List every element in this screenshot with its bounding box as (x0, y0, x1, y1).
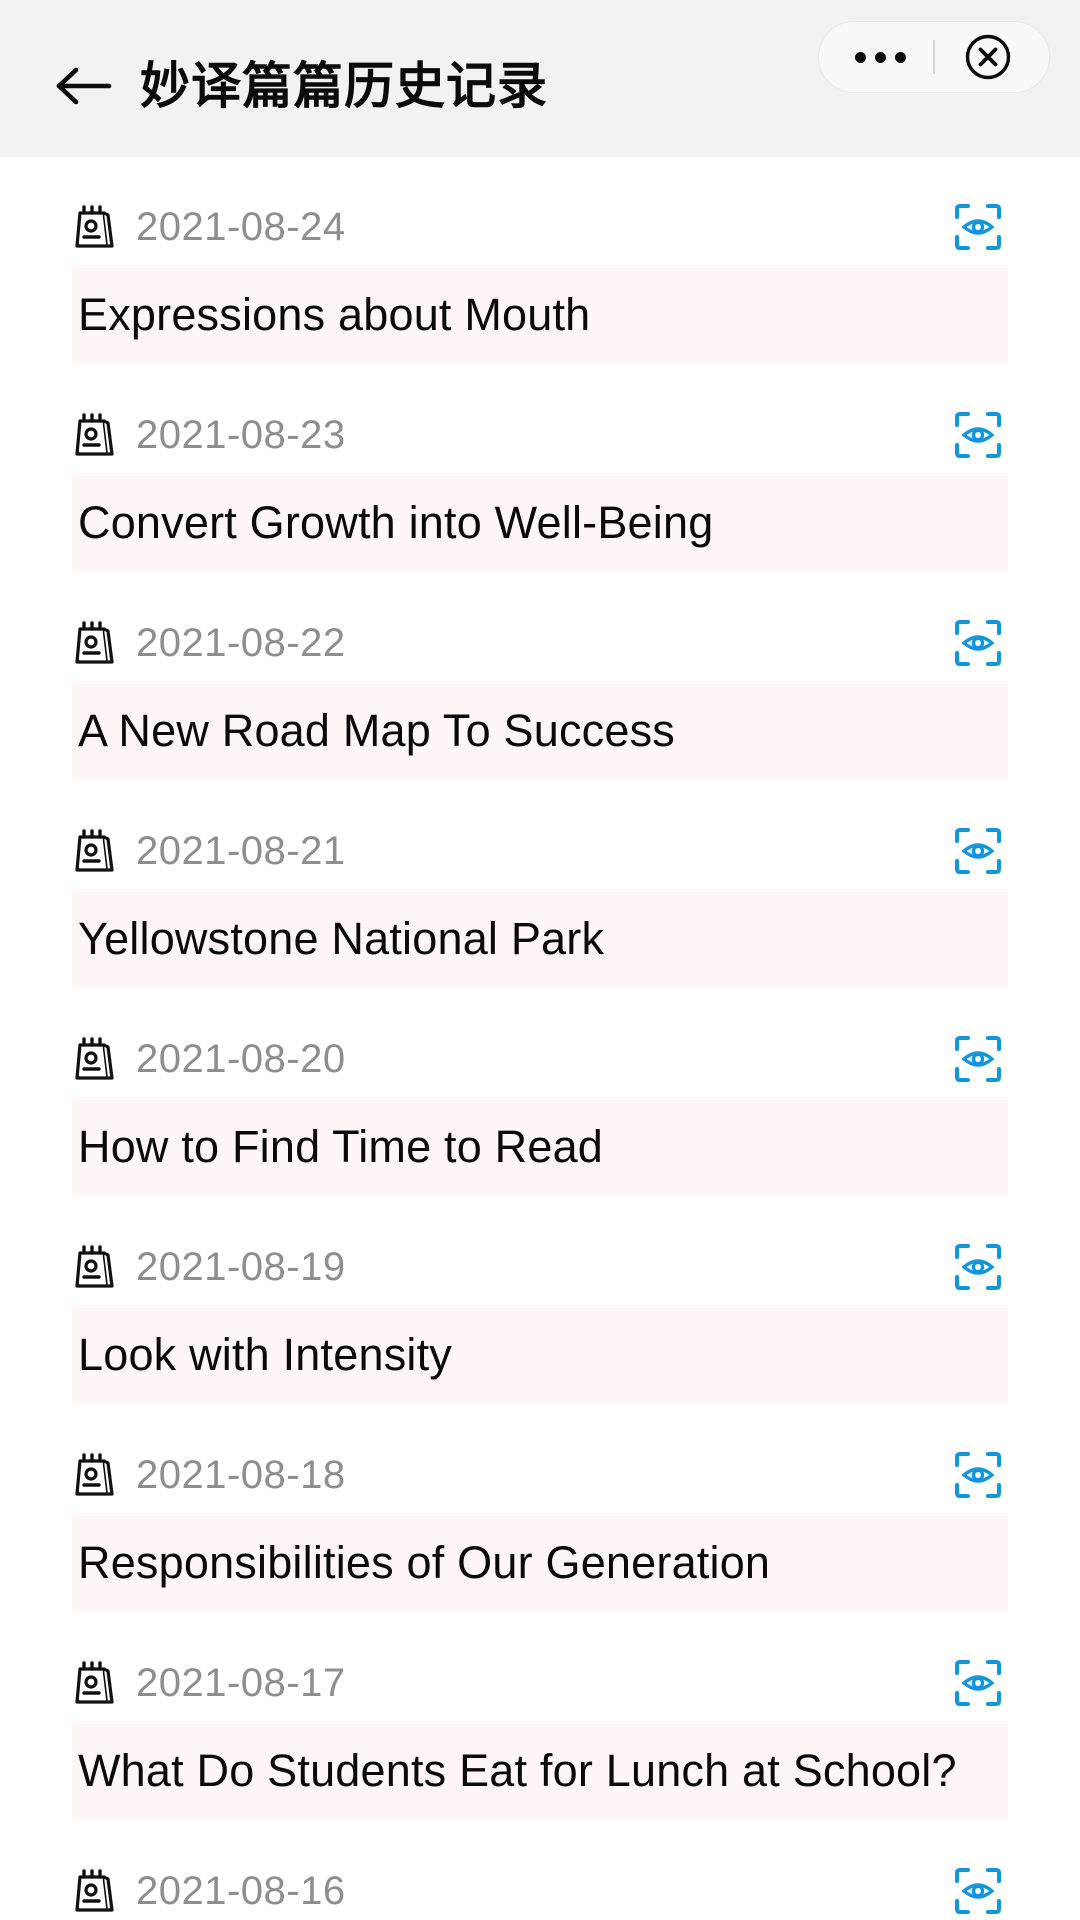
item-title[interactable]: How to Find Time to Read (72, 1097, 1008, 1197)
calendar-note-icon (72, 619, 116, 667)
item-date: 2021-08-20 (136, 1037, 346, 1081)
item-date: 2021-08-21 (136, 829, 346, 873)
page-title: 妙译篇篇历史记录 (140, 57, 548, 114)
item-date: 2021-08-18 (136, 1453, 346, 1497)
back-button[interactable] (52, 55, 114, 117)
item-date: 2021-08-16 (136, 1869, 346, 1913)
eye-scan-icon[interactable] (952, 825, 1004, 877)
dot (854, 51, 866, 63)
app-screen: 妙译篇篇历史记录 2021-08-24 Expressions about Mo… (0, 0, 1080, 1920)
navigation-bar: 妙译篇篇历史记录 (0, 0, 1080, 157)
list-item[interactable]: 2021-08-22 A New Road Map To Success (72, 605, 1008, 781)
item-date-row: 2021-08-18 (72, 1437, 1008, 1513)
item-title[interactable]: Responsibilities of Our Generation (72, 1513, 1008, 1613)
eye-scan-icon[interactable] (952, 201, 1004, 253)
calendar-note-icon (72, 1451, 116, 1499)
item-date-row: 2021-08-23 (72, 397, 1008, 473)
wechat-capsule-bar (818, 21, 1050, 93)
more-dots-icon[interactable] (845, 51, 915, 63)
eye-scan-icon[interactable] (952, 409, 1004, 461)
dot (894, 51, 906, 63)
item-title[interactable]: Convert Growth into Well-Being (72, 473, 1008, 573)
item-title[interactable]: A New Road Map To Success (72, 681, 1008, 781)
item-date-row: 2021-08-22 (72, 605, 1008, 681)
calendar-note-icon (72, 1867, 116, 1915)
item-date: 2021-08-23 (136, 413, 346, 457)
arrow-left-icon (54, 64, 112, 108)
eye-scan-icon[interactable] (952, 1033, 1004, 1085)
close-circle-icon (964, 33, 1012, 81)
calendar-note-icon (72, 1243, 116, 1291)
history-list[interactable]: 2021-08-24 Expressions about Mouth 2021-… (0, 157, 1080, 1920)
item-title[interactable]: Yellowstone National Park (72, 889, 1008, 989)
eye-scan-icon[interactable] (952, 1657, 1004, 1709)
calendar-note-icon (72, 1035, 116, 1083)
item-date-row: 2021-08-19 (72, 1229, 1008, 1305)
item-title[interactable]: Expressions about Mouth (72, 265, 1008, 365)
calendar-note-icon (72, 827, 116, 875)
calendar-note-icon (72, 203, 116, 251)
list-item[interactable]: 2021-08-16 Tiny Countries You Never Knew… (72, 1853, 1008, 1920)
item-date: 2021-08-24 (136, 205, 346, 249)
item-date: 2021-08-22 (136, 621, 346, 665)
dot (874, 51, 886, 63)
list-item[interactable]: 2021-08-18 Responsibilities of Our Gener… (72, 1437, 1008, 1613)
item-title[interactable]: What Do Students Eat for Lunch at School… (72, 1721, 1008, 1821)
list-item[interactable]: 2021-08-17 What Do Students Eat for Lunc… (72, 1645, 1008, 1821)
list-item[interactable]: 2021-08-21 Yellowstone National Park (72, 813, 1008, 989)
item-date: 2021-08-19 (136, 1245, 346, 1289)
list-item[interactable]: 2021-08-19 Look with Intensity (72, 1229, 1008, 1405)
list-item[interactable]: 2021-08-23 Convert Growth into Well-Bein… (72, 397, 1008, 573)
capsule-divider (933, 40, 935, 74)
item-date-row: 2021-08-21 (72, 813, 1008, 889)
item-date: 2021-08-17 (136, 1661, 346, 1705)
item-title[interactable]: Look with Intensity (72, 1305, 1008, 1405)
list-item[interactable]: 2021-08-24 Expressions about Mouth (72, 189, 1008, 365)
item-date-row: 2021-08-17 (72, 1645, 1008, 1721)
close-button[interactable] (953, 33, 1023, 81)
item-date-row: 2021-08-16 (72, 1853, 1008, 1920)
eye-scan-icon[interactable] (952, 1449, 1004, 1501)
list-item[interactable]: 2021-08-20 How to Find Time to Read (72, 1021, 1008, 1197)
eye-scan-icon[interactable] (952, 617, 1004, 669)
calendar-note-icon (72, 1659, 116, 1707)
eye-scan-icon[interactable] (952, 1241, 1004, 1293)
calendar-note-icon (72, 411, 116, 459)
item-date-row: 2021-08-24 (72, 189, 1008, 265)
item-date-row: 2021-08-20 (72, 1021, 1008, 1097)
eye-scan-icon[interactable] (952, 1865, 1004, 1917)
